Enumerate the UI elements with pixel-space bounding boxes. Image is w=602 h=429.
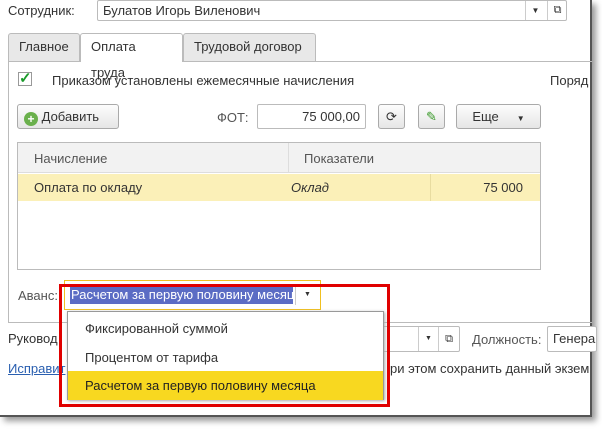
column-header[interactable]: Показатели [304,151,374,166]
open-icon[interactable]: ⧉ [438,327,459,351]
annotation-highlight-box [59,284,390,407]
info-text: ри этом сохранить данный экзем [390,361,590,376]
pencil-icon[interactable]: ✎ [418,104,445,129]
chevron-down-icon[interactable]: ▼ [525,1,545,20]
fot-label: ФОТ: [217,110,249,125]
open-icon[interactable]: ⧉ [547,1,567,20]
table-row[interactable]: Оплата по окладу Оклад 75 000 [18,174,540,201]
tab-payment[interactable]: Оплата труда [80,33,183,80]
fot-field[interactable]: 75 000,00 [257,104,366,129]
employee-label: Сотрудник: [8,3,75,18]
refresh-icon[interactable]: ⟳ [378,104,405,129]
manager-label: Руковод [8,331,58,346]
indicator-value: 75 000 [483,180,523,195]
chevron-down-icon: ▼ [516,114,525,123]
divider [430,174,431,201]
accruals-table: Начисление Показатели Оплата по окладу О… [17,142,541,270]
employee-field[interactable]: Булатов Игорь Виленович [97,0,567,21]
advance-label: Аванс: [18,288,58,303]
table-header: Начисление Показатели [18,143,540,173]
tab-label: Трудовой договор [194,39,302,54]
fot-value: 75 000,00 [302,109,360,124]
correct-link[interactable]: Исправит [8,361,65,376]
more-button[interactable]: Еще ▼ [456,104,541,129]
tab-main[interactable]: Главное [8,33,80,61]
tab-gap [81,60,182,62]
position-field[interactable]: Генера [547,326,597,352]
order-label: Поряд [550,73,589,88]
chevron-down-icon[interactable]: ▼ [418,327,438,351]
add-button[interactable]: + Добавить [17,104,119,129]
employee-value: Булатов Игорь Виленович [103,3,261,18]
accrual-name: Оплата по окладу [34,180,143,195]
plus-icon: + [24,112,38,126]
position-label: Должность: [472,332,542,347]
position-value: Генера [553,331,596,346]
tab-label: Главное [19,39,69,54]
more-label: Еще [472,109,499,124]
add-label: Добавить [41,109,100,124]
divider [288,143,289,173]
checkbox[interactable]: ✓ [18,71,32,86]
checkbox-label: Приказом установлены ежемесячные начисле… [52,73,355,88]
indicator-name: Оклад [291,180,329,195]
column-header[interactable]: Начисление [34,151,107,166]
tab-contract[interactable]: Трудовой договор [183,33,316,61]
